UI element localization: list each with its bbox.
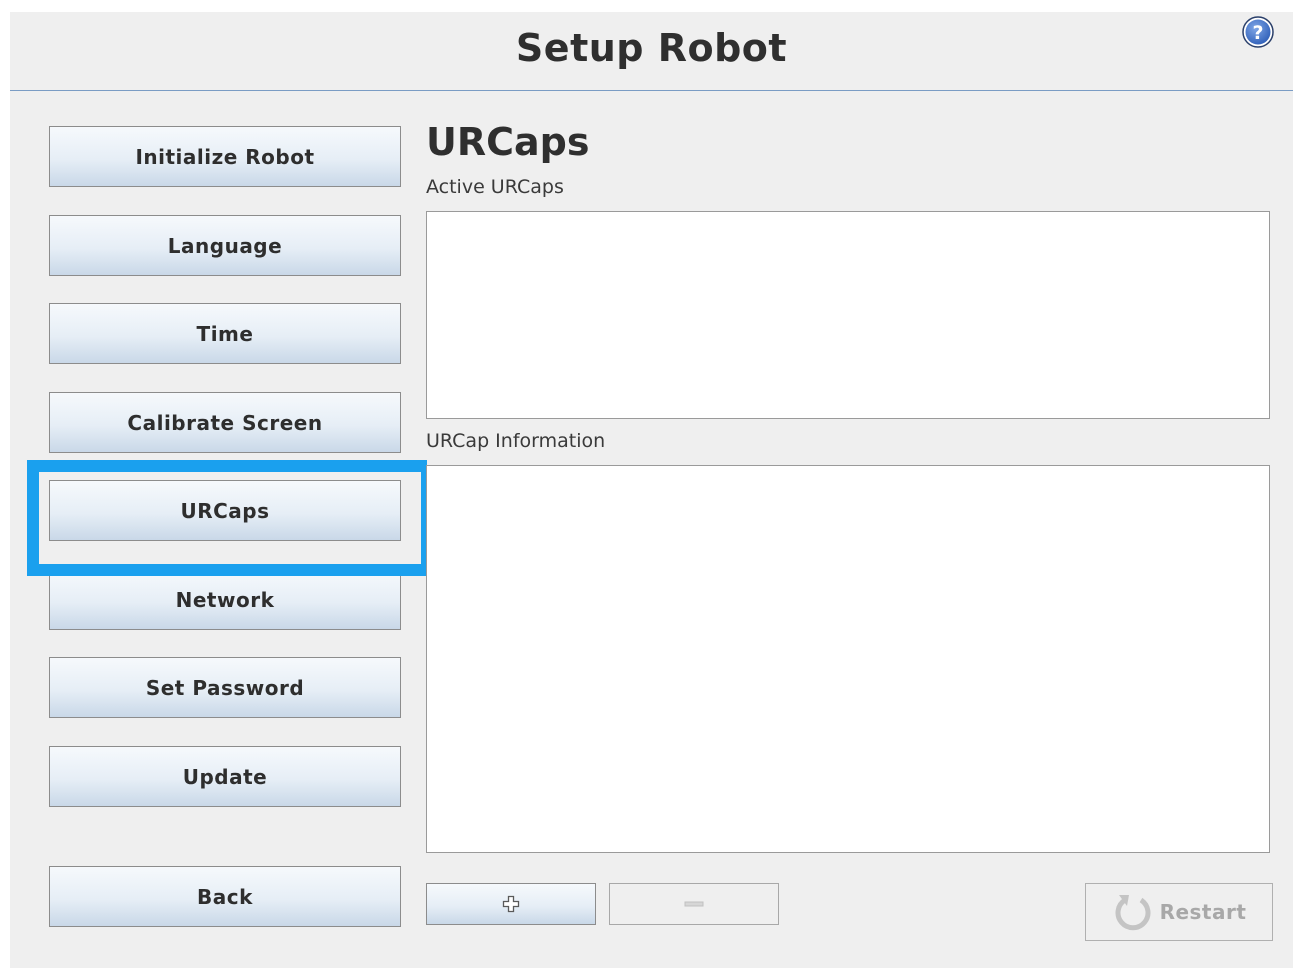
setup-robot-window: Setup Robot ? Initialize Robot Language … xyxy=(10,12,1293,968)
restart-label: Restart xyxy=(1159,900,1247,924)
back-button-label: Back xyxy=(197,884,253,909)
sidebar-item-calibrate-screen[interactable]: Calibrate Screen xyxy=(49,392,401,453)
sidebar-item-urcaps[interactable]: URCaps xyxy=(49,480,401,541)
sidebar-item-label: Time xyxy=(196,321,254,346)
sidebar-item-label: URCaps xyxy=(180,498,270,523)
svg-text:?: ? xyxy=(1252,22,1263,44)
add-urcap-button[interactable] xyxy=(426,883,596,925)
sidebar-item-network[interactable]: Network xyxy=(49,569,401,630)
minus-icon xyxy=(684,901,704,907)
remove-urcap-button[interactable] xyxy=(609,883,779,925)
sidebar-item-set-password[interactable]: Set Password xyxy=(49,657,401,718)
active-urcaps-list[interactable] xyxy=(426,211,1270,419)
back-button[interactable]: Back xyxy=(49,866,401,927)
sidebar-item-label: Initialize Robot xyxy=(135,144,315,169)
sidebar-item-label: Language xyxy=(167,233,283,258)
sidebar-item-initialize-robot[interactable]: Initialize Robot xyxy=(49,126,401,187)
section-title: URCaps xyxy=(426,120,590,164)
restart-button[interactable]: Restart xyxy=(1085,883,1273,941)
plus-icon xyxy=(502,895,520,913)
sidebar-item-label: Network xyxy=(175,587,275,612)
urcap-information-label: URCap Information xyxy=(426,430,606,452)
header-bar: Setup Robot ? xyxy=(10,12,1293,91)
restart-arrow-icon xyxy=(1115,895,1151,931)
sidebar-item-label: Set Password xyxy=(145,675,305,700)
question-circle-icon: ? xyxy=(1242,16,1274,48)
urcap-information-panel xyxy=(426,465,1270,853)
sidebar-item-time[interactable]: Time xyxy=(49,303,401,364)
page-title: Setup Robot xyxy=(515,26,788,70)
sidebar-item-language[interactable]: Language xyxy=(49,215,401,276)
sidebar-item-update[interactable]: Update xyxy=(49,746,401,807)
sidebar-item-label: Calibrate Screen xyxy=(127,410,323,435)
help-button[interactable]: ? xyxy=(1242,16,1274,48)
sidebar-item-label: Update xyxy=(182,764,268,789)
active-urcaps-label: Active URCaps xyxy=(426,176,564,198)
